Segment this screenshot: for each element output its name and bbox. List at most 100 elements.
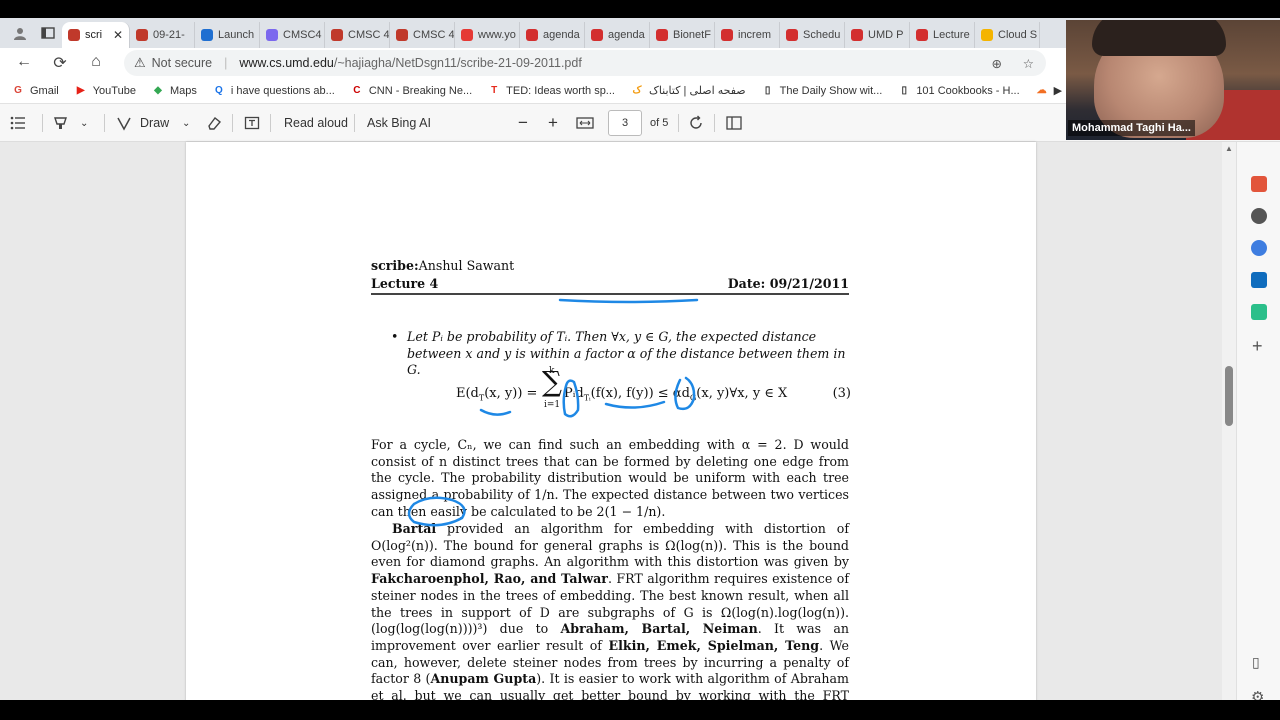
bookmark-icon: ◆ xyxy=(154,85,162,96)
bookmark-item[interactable]: ▯ The Daily Show wit... xyxy=(762,85,882,97)
zoom-in-icon[interactable]: + xyxy=(548,104,558,142)
games-icon[interactable] xyxy=(1251,208,1267,224)
vertical-scrollbar[interactable]: ▲ ▼ xyxy=(1222,142,1236,700)
favorite-star-icon[interactable]: ☆ xyxy=(1023,56,1034,71)
add-sidebar-icon[interactable]: + xyxy=(1252,336,1263,357)
tab-label: 09-21- xyxy=(153,29,185,41)
top-letterbox xyxy=(0,0,1280,18)
draw-icon xyxy=(117,117,131,131)
profile-icon[interactable] xyxy=(6,21,34,45)
scrollbar-thumb[interactable] xyxy=(1225,366,1233,426)
address-bar[interactable]: ⚠ Not secure | www.cs.umd.edu/~hajiagha/… xyxy=(124,50,1046,76)
office-icon[interactable] xyxy=(1251,240,1267,256)
tab-actions-icon[interactable] xyxy=(34,21,62,45)
tab-label: Schedu xyxy=(803,29,841,41)
tab-favicon-icon xyxy=(201,29,213,41)
contents-icon[interactable] xyxy=(10,104,26,142)
browser-tab[interactable]: CMSC4 xyxy=(260,22,325,48)
bullet-dot: • xyxy=(391,329,399,344)
browser-tab[interactable]: UMD P xyxy=(845,22,910,48)
scribe-prefix: scribe: xyxy=(371,258,419,273)
lecture-title: Lecture 4 xyxy=(371,275,439,291)
settings-gear-icon[interactable]: ⚙ xyxy=(1251,688,1264,700)
tab-close-icon[interactable]: ✕ xyxy=(113,28,123,42)
tab-label: agenda xyxy=(543,29,580,41)
home-button[interactable]: ⌂ xyxy=(78,53,114,71)
tab-favicon-icon xyxy=(851,29,863,41)
browser-tab[interactable]: Launch xyxy=(195,22,260,48)
tab-label: Lecture xyxy=(933,29,970,41)
bookmark-item[interactable]: T TED: Ideas worth sp... xyxy=(488,85,615,97)
tab-favicon-icon xyxy=(136,29,148,41)
bookmark-label: TED: Ideas worth sp... xyxy=(506,84,615,97)
browser-tab[interactable]: 09-21- xyxy=(130,22,195,48)
page-total-label: of 5 xyxy=(650,117,669,129)
tab-favicon-icon xyxy=(461,29,473,41)
text-box-icon[interactable] xyxy=(244,104,260,142)
tab-label: scri xyxy=(85,29,103,41)
browser-tab[interactable]: CMSC 4 xyxy=(390,22,455,48)
bookmark-item[interactable]: ◆ Maps xyxy=(152,85,197,97)
fit-page-icon[interactable] xyxy=(576,104,594,142)
outlook-icon[interactable] xyxy=(1251,272,1267,288)
security-label[interactable]: Not secure xyxy=(152,56,212,70)
toolbar-divider xyxy=(354,114,355,132)
draw-button[interactable]: Draw xyxy=(116,104,169,142)
pdf-page: scribe:Anshul Sawant Lecture 4 Date: 09/… xyxy=(186,142,1036,700)
draw-dropdown-icon[interactable]: ⌄ xyxy=(182,104,190,142)
toolbar-divider xyxy=(270,114,271,132)
designer-icon[interactable] xyxy=(1251,304,1267,320)
reload-button[interactable]: ⟳ xyxy=(42,53,78,73)
browser-tab[interactable]: increm xyxy=(715,22,780,48)
tab-favicon-icon xyxy=(656,29,668,41)
warning-icon[interactable]: ⚠ xyxy=(134,55,146,71)
browser-tab[interactable]: BionetF xyxy=(650,22,715,48)
highlight-dropdown-icon[interactable]: ⌄ xyxy=(80,104,88,142)
browser-tab[interactable]: agenda xyxy=(585,22,650,48)
author-abn: Abraham, Bartal, Neiman xyxy=(560,621,758,637)
bookmark-item[interactable]: ▶ YouTube xyxy=(75,85,136,97)
bookmark-item[interactable]: ک صفحه اصلی | کتابناک xyxy=(631,84,746,97)
url-text[interactable]: www.cs.umd.edu/~hajiagha/NetDsgn11/scrib… xyxy=(239,56,581,70)
tab-favicon-icon xyxy=(526,29,538,41)
tools-icon[interactable] xyxy=(1251,176,1267,192)
browser-tab[interactable]: scri ✕ xyxy=(62,22,130,48)
tab-favicon-icon xyxy=(68,29,80,41)
paragraph-cycle: For a cycle, Cₙ, we can find such an emb… xyxy=(371,437,849,519)
page-number-input[interactable]: 3 xyxy=(608,110,642,136)
browser-tab[interactable]: Lecture xyxy=(910,22,975,48)
bookmark-label: YouTube xyxy=(92,84,136,97)
pdf-viewport[interactable]: scribe:Anshul Sawant Lecture 4 Date: 09/… xyxy=(0,142,1222,700)
browser-tab[interactable]: agenda xyxy=(520,22,585,48)
scroll-up-icon[interactable]: ▲ xyxy=(1225,144,1233,153)
eq-rhs: Pᵢd xyxy=(564,386,584,401)
bookmark-item[interactable]: G Gmail xyxy=(12,85,59,97)
tab-favicon-icon xyxy=(591,29,603,41)
bookmark-item[interactable]: C CNN - Breaking Ne... xyxy=(351,85,472,97)
page-view-icon[interactable] xyxy=(726,104,742,142)
rotate-icon[interactable] xyxy=(688,104,704,142)
author-gupta: Anupam Gupta xyxy=(430,671,537,687)
eraser-icon[interactable] xyxy=(206,104,222,142)
browser-tab[interactable]: Schedu xyxy=(780,22,845,48)
browser-tab[interactable]: Cloud S xyxy=(975,22,1040,48)
bookmark-item[interactable]: Qi have questions ab... xyxy=(213,85,335,97)
ask-bing-button[interactable]: Ask Bing AI xyxy=(367,104,431,142)
sidebar-toggle-icon[interactable]: ▯ xyxy=(1252,654,1260,671)
zoom-out-icon[interactable]: − xyxy=(518,104,528,142)
toolbar-divider xyxy=(232,114,233,132)
read-aloud-button[interactable]: Read aloud xyxy=(284,104,348,142)
browser-tab[interactable]: CMSC 4 xyxy=(325,22,390,48)
bookmark-item[interactable]: ▯ 101 Cookbooks - H... xyxy=(898,84,1020,97)
bookmark-icon: Q xyxy=(214,85,223,96)
bookmark-label: 101 Cookbooks - H... xyxy=(916,84,1020,97)
bookmark-label: صفحه اصلی | کتابناک xyxy=(648,85,746,97)
back-button[interactable]: ← xyxy=(6,53,42,71)
eq-lhs: E(d xyxy=(456,386,479,401)
bookmark-icon: G xyxy=(14,85,22,96)
highlight-icon[interactable] xyxy=(52,104,70,142)
zoom-icon[interactable]: ⊕ xyxy=(992,56,1002,71)
tab-favicon-icon xyxy=(331,29,343,41)
browser-tab[interactable]: www.yo xyxy=(455,22,520,48)
tab-label: Launch xyxy=(218,29,255,41)
